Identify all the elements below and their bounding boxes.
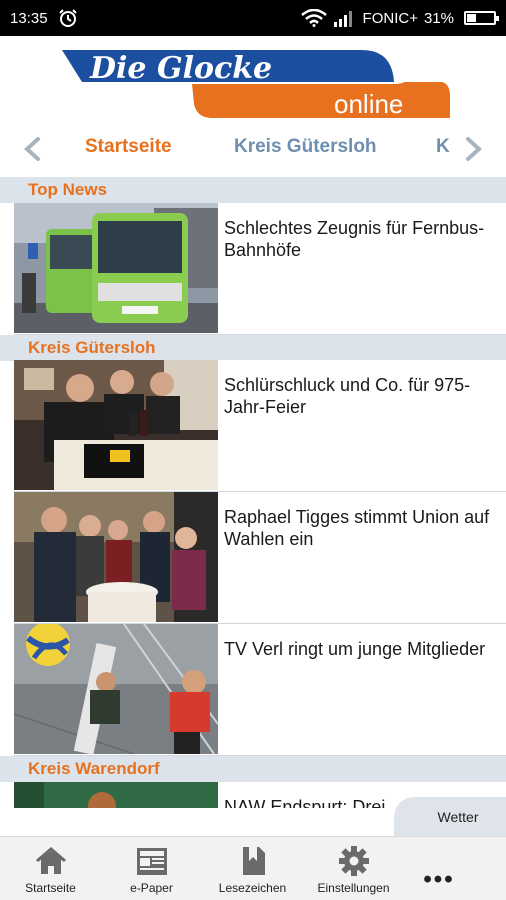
article-headline: Raphael Tigges stimmt Union auf Wahlen e…: [224, 507, 490, 549]
status-time: 13:35: [10, 9, 48, 27]
weather-button[interactable]: Wetter: [394, 797, 506, 837]
category-tabbar: Startseite Kreis Gütersloh K: [0, 124, 506, 174]
article-thumbnail-fernbus: [14, 203, 218, 333]
section-header-top-news: Top News: [0, 177, 506, 203]
chevron-right-icon[interactable]: [458, 136, 488, 162]
chevron-left-icon[interactable]: [18, 136, 48, 162]
home-icon: [35, 847, 66, 874]
article-headline: TV Verl ringt um junge Mitglieder: [224, 639, 486, 659]
carrier-name: FONIC+: [362, 9, 418, 27]
article-thumbnail-schluerschluck: [14, 360, 218, 490]
article-thumbnail-tigges: [14, 492, 218, 622]
article-item[interactable]: Schlürschluck und Co. für 975-Jahr-Feier: [14, 360, 506, 492]
bookmark-icon: [242, 847, 265, 875]
logo-sub-text: online: [334, 89, 403, 119]
nav-label: Einstellungen: [317, 881, 390, 895]
battery-icon: [464, 11, 499, 25]
nav-lesezeichen[interactable]: Lesezeichen: [202, 837, 303, 900]
bottom-navigation: Startseite e-Paper Lesezeichen Einstellu…: [0, 836, 506, 900]
section-header-kreis-warendorf: Kreis Warendorf: [0, 756, 506, 782]
die-glocke-logo: Die Glocke online: [62, 50, 450, 119]
article-headline: Schlürschluck und Co. für 975-Jahr-Feier: [224, 375, 471, 417]
battery-percent: 31%: [423, 9, 454, 27]
article-thumbnail-naw: [14, 782, 218, 808]
signal-icon: [333, 11, 352, 27]
nav-label: Lesezeichen: [218, 881, 287, 895]
article-thumbnail-tv-verl: [14, 624, 218, 754]
tab-next-partial[interactable]: K: [436, 136, 454, 158]
more-menu-button[interactable]: •••: [404, 837, 474, 900]
article-item[interactable]: Schlechtes Zeugnis für Fernbus-Bahnhöfe: [14, 203, 506, 335]
nav-e-paper[interactable]: e-Paper: [101, 837, 202, 900]
nav-label: Startseite: [25, 881, 76, 895]
app-header: Die Glocke online: [0, 36, 506, 124]
article-headline: Schlechtes Zeugnis für Fernbus-Bahnhöfe: [224, 218, 485, 260]
gear-icon: [338, 846, 369, 876]
nav-label: e-Paper: [130, 881, 173, 895]
nav-einstellungen[interactable]: Einstellungen: [303, 837, 404, 900]
article-item[interactable]: Raphael Tigges stimmt Union auf Wahlen e…: [14, 492, 506, 624]
logo-main-text: Die Glocke: [89, 51, 272, 86]
newspaper-icon: [136, 848, 167, 875]
status-bar: 13:35 FONIC+ 31%: [0, 0, 506, 36]
alarm-icon: [58, 9, 77, 27]
tab-kreis-guetersloh[interactable]: Kreis Gütersloh: [234, 136, 377, 158]
wifi-icon: [300, 9, 327, 27]
article-item[interactable]: TV Verl ringt um junge Mitglieder: [14, 624, 506, 756]
nav-startseite[interactable]: Startseite: [0, 837, 101, 900]
section-header-kreis-guetersloh: Kreis Gütersloh: [0, 335, 506, 361]
tab-startseite[interactable]: Startseite: [85, 136, 172, 158]
